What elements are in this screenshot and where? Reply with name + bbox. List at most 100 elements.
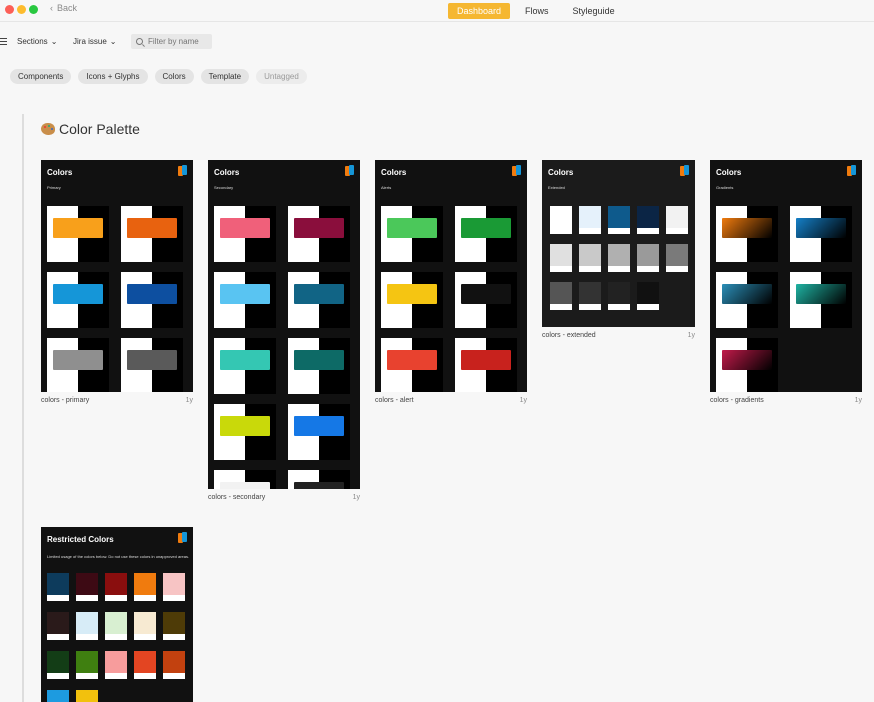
chip-icons-glyphs[interactable]: Icons + Glyphs: [78, 69, 148, 84]
tab-styleguide[interactable]: Styleguide: [564, 3, 624, 19]
card-title[interactable]: colors - primary: [41, 397, 89, 404]
color-swatch: [134, 651, 156, 673]
swatch-label-strip: [637, 266, 659, 272]
color-swatch: [76, 612, 98, 634]
thumbnail-subtitle: Secondary: [214, 185, 234, 190]
filter-field[interactable]: [131, 34, 212, 49]
color-tile: [121, 206, 183, 262]
color-swatch: [796, 218, 846, 238]
palette-icon: [41, 123, 55, 135]
color-swatch: [163, 651, 185, 673]
swatch-label-strip: [608, 266, 630, 272]
swatch-label-strip: [666, 228, 688, 234]
section-rule: [22, 114, 24, 702]
color-swatch: [637, 206, 659, 228]
chip-template[interactable]: Template: [200, 69, 250, 84]
card-thumbnail[interactable]: Colors Secondary: [208, 160, 360, 489]
thumbnail-title: Colors: [214, 168, 240, 177]
color-tile: [455, 272, 517, 328]
sections-dropdown[interactable]: Sections ⌄: [17, 37, 57, 46]
color-swatch: [163, 612, 185, 634]
color-swatch: [105, 612, 127, 634]
color-swatch: [76, 573, 98, 595]
card-age: 1y: [854, 397, 862, 404]
card-age: 1y: [352, 494, 360, 501]
swatch-label-strip: [637, 304, 659, 310]
color-swatch: [666, 244, 688, 266]
color-swatch: [294, 284, 344, 304]
color-tile: [381, 272, 443, 328]
color-swatch: [134, 612, 156, 634]
card-title[interactable]: colors - alert: [375, 397, 414, 404]
swatch-label-strip: [134, 673, 156, 679]
color-tile: [288, 470, 350, 489]
color-tile: [214, 338, 276, 394]
brand-logo-icon: [178, 165, 187, 177]
swatch-label-strip: [134, 634, 156, 640]
color-swatch: [294, 350, 344, 370]
color-swatch: [722, 284, 772, 304]
menu-icon[interactable]: [0, 38, 7, 45]
color-tile: [214, 404, 276, 460]
color-tile: [790, 272, 852, 328]
color-swatch: [550, 206, 572, 228]
window-titlebar: ‹ Back Dashboard Flows Styleguide: [0, 0, 874, 21]
card-title[interactable]: colors - extended: [542, 332, 596, 339]
color-swatch: [666, 206, 688, 228]
color-tile: [214, 470, 276, 489]
color-tile: [214, 272, 276, 328]
color-swatch: [220, 416, 270, 436]
minimize-window-button[interactable]: [17, 5, 26, 14]
color-tile: [288, 404, 350, 460]
card-meta: colors - extended 1y: [542, 332, 695, 339]
thumbnail-subtitle: Limited usage of the colors below. Do no…: [47, 554, 190, 559]
color-swatch: [134, 573, 156, 595]
swatch-label-strip: [105, 673, 127, 679]
color-swatch: [461, 350, 511, 370]
tab-flows[interactable]: Flows: [516, 3, 558, 19]
color-swatch: [220, 482, 270, 489]
card-thumbnail[interactable]: Restricted Colors Limited usage of the co…: [41, 527, 193, 702]
swatch-label-strip: [163, 673, 185, 679]
swatch-label-strip: [47, 634, 69, 640]
card-title[interactable]: colors - secondary: [208, 494, 265, 501]
close-window-button[interactable]: [5, 5, 14, 14]
color-swatch: [105, 573, 127, 595]
color-swatch: [127, 350, 177, 370]
color-swatch: [550, 244, 572, 266]
color-tile: [455, 338, 517, 392]
card-thumbnail[interactable]: Colors Gradients: [710, 160, 862, 392]
chip-components[interactable]: Components: [10, 69, 72, 84]
zoom-window-button[interactable]: [29, 5, 38, 14]
chip-colors[interactable]: Colors: [154, 69, 194, 84]
card-thumbnail[interactable]: Colors Extended: [542, 160, 695, 327]
color-tile: [716, 206, 778, 262]
tab-dashboard[interactable]: Dashboard: [448, 3, 511, 19]
filter-input[interactable]: [148, 37, 212, 46]
card-thumbnail[interactable]: Colors Primary: [41, 160, 193, 392]
card-title[interactable]: colors - gradients: [710, 397, 764, 404]
thumbnail-title: Colors: [381, 168, 407, 177]
card-meta: colors - secondary 1y: [208, 494, 360, 501]
color-tile: [716, 272, 778, 328]
card-thumbnail[interactable]: Colors Alerts: [375, 160, 527, 392]
section-title: Color Palette: [59, 121, 140, 137]
color-tile: [121, 272, 183, 328]
swatch-label-strip: [579, 304, 601, 310]
jira-issue-label: Jira issue: [73, 37, 107, 46]
color-swatch: [796, 284, 846, 304]
sections-label: Sections: [17, 37, 48, 46]
swatch-label-strip: [134, 595, 156, 601]
color-tile: [790, 206, 852, 262]
back-button[interactable]: ‹ Back: [50, 3, 77, 13]
color-tile: [214, 206, 276, 262]
chip-untagged[interactable]: Untagged: [256, 69, 307, 84]
jira-issue-dropdown[interactable]: Jira issue ⌄: [73, 37, 117, 46]
color-swatch: [608, 244, 630, 266]
color-tile: [47, 272, 109, 328]
thumbnail-subtitle: Gradients: [716, 185, 734, 190]
color-swatch: [47, 573, 69, 595]
color-tile: [288, 272, 350, 328]
brand-logo-icon: [680, 165, 689, 177]
color-swatch: [294, 416, 344, 436]
